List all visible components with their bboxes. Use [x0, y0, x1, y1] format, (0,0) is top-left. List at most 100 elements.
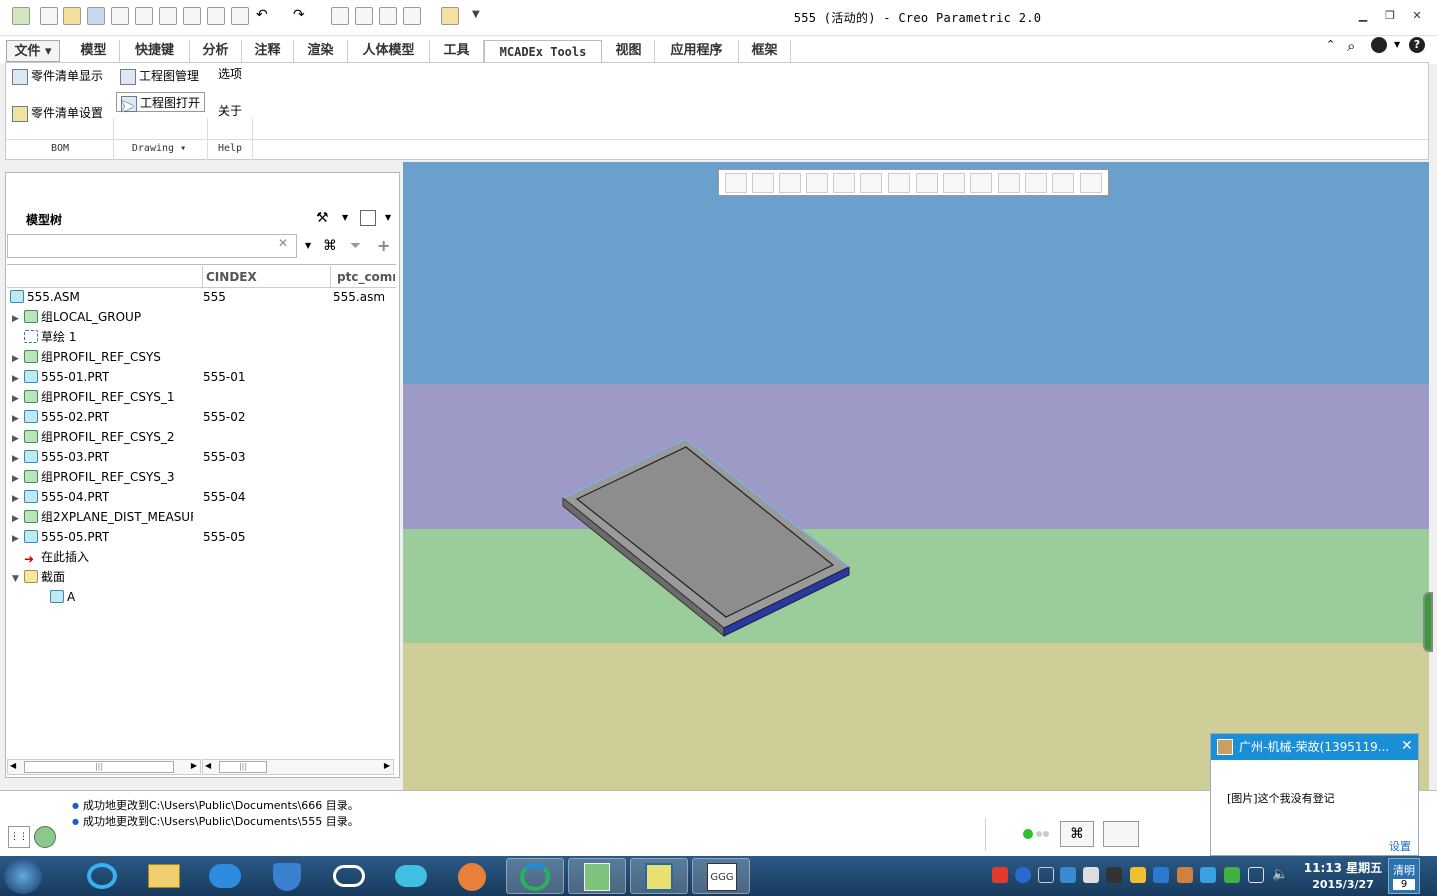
rocket-app[interactable]	[443, 858, 501, 894]
tree-row[interactable]: ▶ 555-03.PRT 555-03	[12, 447, 246, 469]
repaint-icon[interactable]	[806, 173, 828, 193]
tray-network-icon[interactable]	[1224, 867, 1240, 883]
tree-row[interactable]: 草绘 1	[12, 327, 76, 347]
ie-browser-app[interactable]	[74, 858, 132, 894]
options-button[interactable]: 选项	[218, 64, 242, 84]
shield-tray-icon[interactable]	[1060, 867, 1076, 883]
tray-display-icon[interactable]	[1248, 867, 1264, 883]
tree-settings-dropdown-icon[interactable]: ▼	[342, 213, 348, 222]
expander-icon[interactable]: ▶	[12, 349, 24, 369]
calendar-widget[interactable]: 清明 9	[1388, 858, 1420, 894]
minimize-icon[interactable]: ▁	[1355, 8, 1371, 24]
add-column-icon[interactable]: +	[377, 236, 390, 255]
drawing-manage-button[interactable]: 工程图管理	[120, 66, 199, 86]
tree-row[interactable]: ▶ 555-04.PRT 555-04	[12, 487, 246, 509]
zoom-out-icon[interactable]	[779, 173, 801, 193]
community-icon[interactable]	[1371, 37, 1387, 53]
tab-applications[interactable]: 应用程序	[655, 40, 739, 62]
expander-icon[interactable]: ▶	[12, 389, 24, 409]
csys-icon[interactable]	[998, 173, 1020, 193]
tree-row[interactable]: ▶ 组PROFIL_REF_CSYS_2	[12, 427, 175, 447]
expander-icon[interactable]: ▶	[12, 469, 24, 489]
tree-row[interactable]: ▶ 组LOCAL_GROUP	[12, 307, 141, 327]
about-button[interactable]: 关于	[218, 101, 242, 121]
spin-center-icon[interactable]	[1052, 173, 1074, 193]
expander-icon[interactable]: ▶	[12, 449, 24, 469]
help-icon[interactable]: ?	[1409, 37, 1425, 53]
cloud-app[interactable]	[320, 858, 378, 894]
tree-row[interactable]: ▶ 组2XPLANE_DIST_MEASUR	[12, 507, 193, 527]
column-separator[interactable]	[330, 266, 331, 288]
input-method-icon[interactable]	[992, 867, 1008, 883]
tree-row[interactable]: ▶ 组PROFIL_REF_CSYS	[12, 347, 161, 367]
tray-sync-icon[interactable]	[1153, 867, 1169, 883]
collapse-ribbon-icon[interactable]: ⌃	[1326, 38, 1335, 51]
expander-icon[interactable]: ▶	[12, 309, 24, 329]
filter-icon[interactable]: ⏷	[350, 238, 361, 254]
column-header-cindex[interactable]: CINDEX	[206, 270, 257, 284]
tree-row[interactable]: ▶ 组PROFIL_REF_CSYS_3	[12, 467, 175, 487]
clock-time[interactable]: 11:13 星期五	[1302, 859, 1384, 876]
tree-row[interactable]: ▶ 555-02.PRT 555-02	[12, 407, 246, 429]
start-button[interactable]	[4, 858, 42, 894]
tree-row[interactable]: A	[38, 587, 75, 607]
horizontal-scrollbar-2[interactable]: ◀ ||| ▶	[202, 759, 394, 775]
expander-icon[interactable]: ▶	[12, 429, 24, 449]
expander-icon[interactable]: ▶	[12, 489, 24, 509]
expander-icon[interactable]: ▶	[12, 369, 24, 389]
volume-icon[interactable]: 🔈	[1272, 867, 1288, 883]
scroll-right-icon[interactable]: ▶	[384, 761, 390, 770]
tab-analysis[interactable]: 分析	[190, 40, 242, 62]
tab-manikin[interactable]: 人体模型	[348, 40, 430, 62]
community-dropdown-icon[interactable]: ▼	[1394, 40, 1400, 49]
tray-tool-icon[interactable]	[1177, 867, 1193, 883]
scroll-left-icon[interactable]: ◀	[10, 761, 16, 770]
datum-planes-icon[interactable]	[943, 173, 965, 193]
scroll-right-icon[interactable]: ▶	[191, 761, 197, 770]
annotations-icon[interactable]	[1025, 173, 1047, 193]
clear-search-icon[interactable]: ✕	[278, 236, 288, 250]
qq-browser-app[interactable]	[506, 858, 564, 894]
expander-icon[interactable]: ▶	[12, 409, 24, 429]
tray-security-icon[interactable]	[1200, 867, 1216, 883]
weather-app[interactable]	[382, 858, 440, 894]
expander-icon[interactable]: ▶	[12, 529, 24, 549]
clock-date[interactable]: 2015/3/27	[1302, 878, 1384, 891]
refit-icon[interactable]	[725, 173, 747, 193]
datum-points-icon[interactable]	[970, 173, 992, 193]
find-icon[interactable]: ⌘	[323, 238, 337, 254]
selection-filter-button[interactable]	[1103, 821, 1139, 847]
horizontal-scrollbar[interactable]: ◀ ||| ▶	[7, 759, 201, 775]
tray-settings-icon[interactable]	[1038, 867, 1054, 883]
help-tray-icon[interactable]	[1015, 867, 1031, 883]
qq-tray-icon[interactable]	[1130, 867, 1146, 883]
scroll-left-icon[interactable]: ◀	[205, 761, 211, 770]
tab-model[interactable]: 模型	[68, 40, 120, 62]
search-icon[interactable]: ⌕	[1347, 37, 1355, 55]
scroll-thumb[interactable]: |||	[219, 761, 267, 773]
chat-message[interactable]: [图片]这个我没有登记	[1227, 790, 1335, 806]
bom-display-button[interactable]: 零件清单显示	[12, 66, 103, 86]
tree-settings-icon[interactable]: ⚒	[316, 210, 329, 226]
tree-row[interactable]: ➜ 在此插入	[12, 547, 89, 567]
tab-annotate[interactable]: 注释	[242, 40, 294, 62]
tray-app-icon[interactable]	[1083, 867, 1099, 883]
column-separator[interactable]	[202, 266, 203, 288]
tree-row[interactable]: ▶ 组PROFIL_REF_CSYS_1	[12, 387, 175, 407]
chat-settings-link[interactable]: 设置	[1389, 838, 1411, 854]
explorer-app[interactable]	[135, 858, 193, 894]
search-dropdown-icon[interactable]: ▼	[305, 241, 311, 250]
scroll-thumb[interactable]: |||	[24, 761, 174, 773]
tab-shortcuts[interactable]: 快捷键	[120, 40, 190, 62]
tab-framework[interactable]: 框架	[739, 40, 791, 62]
zoom-in-icon[interactable]	[752, 173, 774, 193]
close-icon[interactable]: ✕	[1409, 8, 1425, 24]
tree-columns-dropdown-icon[interactable]: ▼	[385, 213, 391, 222]
tree-row[interactable]: 555.ASM 555 555.asm	[8, 287, 385, 307]
find-button[interactable]: ⌘	[1060, 821, 1094, 847]
display-style-icon[interactable]	[833, 173, 855, 193]
browser-toggle-icon[interactable]	[34, 826, 56, 848]
creo-app[interactable]	[630, 858, 688, 894]
graphics-viewport[interactable]	[403, 162, 1433, 790]
close-popup-icon[interactable]: ✕	[1401, 738, 1413, 754]
